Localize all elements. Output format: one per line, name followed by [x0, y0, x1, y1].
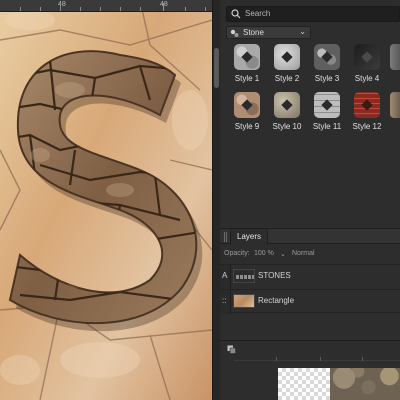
style-thumbnail [234, 44, 260, 70]
style-thumbnail-partial[interactable] [390, 92, 400, 118]
layer-name: Rectangle [258, 296, 295, 305]
style-item[interactable]: Style 9 [228, 92, 266, 138]
layer-row[interactable]: :: Rectangle [220, 289, 400, 314]
layer-thumbnail [233, 294, 255, 308]
layers-panel-header: Layers [220, 228, 400, 245]
canvas-artwork [0, 0, 212, 400]
style-thumbnail [234, 92, 260, 118]
shape-layer-icon: :: [222, 296, 227, 305]
timeline-tick [320, 357, 321, 361]
styles-grid: Style 1 Style 2 Style 3 Style 4 Style 9 [228, 44, 400, 140]
ruler-tick [205, 7, 206, 11]
style-item[interactable]: Style 4 [348, 44, 386, 90]
transparency-preview [278, 368, 330, 400]
style-thumbnail [274, 44, 300, 70]
style-thumbnail [354, 44, 380, 70]
style-label: Style 11 [312, 122, 342, 131]
layer-row[interactable]: A STONES [220, 264, 400, 289]
layers-bottom-toolbar [220, 340, 400, 358]
layer-opacity-row: Opacity: 100 % ⌄ Normal [220, 248, 400, 262]
opacity-value[interactable]: 100 % [254, 250, 274, 257]
app-window: 48 48 Search [0, 0, 400, 400]
ruler-tick [80, 7, 81, 11]
scrollbar-thumb[interactable] [214, 48, 219, 88]
horizontal-ruler[interactable]: 48 48 [0, 0, 212, 12]
style-label: Style 1 [234, 74, 260, 83]
stone-texture-preview [330, 368, 400, 400]
style-item[interactable]: Style 1 [228, 44, 266, 90]
style-item[interactable]: Style 11 [308, 92, 346, 138]
ruler-tick [60, 4, 61, 11]
style-item[interactable]: Style 2 [268, 44, 306, 90]
style-item[interactable]: Style 3 [308, 44, 346, 90]
ruler-tick [40, 7, 41, 11]
tab-layers[interactable]: Layers [230, 229, 269, 245]
layer-preview-strip [278, 368, 400, 400]
duplicate-icon[interactable] [227, 345, 236, 354]
style-thumbnail [274, 92, 300, 118]
chevron-down-icon[interactable]: ⌄ [280, 250, 286, 258]
ruler-tick [100, 7, 101, 11]
style-label: Style 10 [272, 122, 302, 131]
style-thumbnail-partial[interactable] [390, 44, 400, 70]
style-thumbnail [314, 44, 340, 70]
panel-grip-icon[interactable] [224, 232, 227, 242]
search-icon [231, 9, 241, 19]
canvas-vertical-scrollbar[interactable] [212, 0, 220, 400]
style-item[interactable]: Style 10 [268, 92, 306, 138]
chevron-down-icon: ⌄ [299, 27, 306, 36]
blend-mode-select[interactable]: Normal [292, 250, 315, 257]
timeline-tick [362, 357, 363, 361]
style-label: Style 3 [314, 74, 340, 83]
ruler-tick [20, 7, 21, 11]
layer-name: STONES [258, 271, 291, 280]
style-label: Style 9 [234, 122, 260, 131]
layer-thumbnail [233, 269, 255, 283]
ruler-position-marker [163, 3, 164, 11]
text-layer-icon: A [222, 271, 228, 280]
document-canvas[interactable]: 48 48 [0, 0, 212, 400]
style-category-icon [230, 29, 239, 37]
styles-panel: Search Stone ⌄ Style 1 Style 2 Style 3 S… [220, 0, 400, 400]
ruler-tick [140, 7, 141, 11]
timeline-divider [234, 360, 400, 361]
style-thumbnail [354, 92, 380, 118]
category-selected: Stone [243, 28, 264, 37]
style-label: Style 2 [274, 74, 300, 83]
opacity-label: Opacity: [224, 250, 250, 257]
ruler-tick [185, 7, 186, 11]
style-thumbnail [314, 92, 340, 118]
search-placeholder: Search [245, 9, 271, 18]
timeline-tick [276, 357, 277, 361]
category-dropdown[interactable]: Stone ⌄ [226, 26, 311, 39]
style-item[interactable]: Style 12 [348, 92, 386, 138]
ruler-tick [120, 7, 121, 11]
style-label: Style 4 [354, 74, 380, 83]
style-label: Style 12 [352, 122, 382, 131]
search-input[interactable]: Search [226, 6, 400, 22]
